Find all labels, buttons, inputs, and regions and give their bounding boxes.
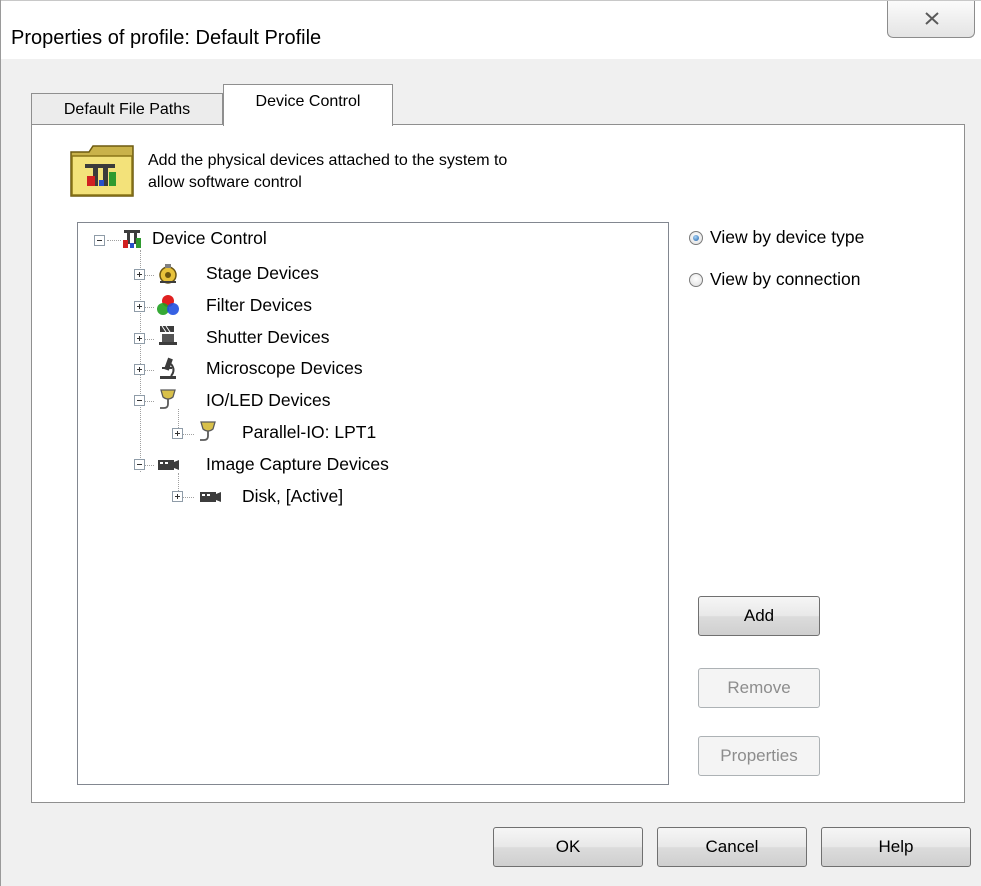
window-title: Properties of profile: Default Profile: [11, 27, 322, 49]
camera-icon: [158, 460, 179, 470]
properties-dialog: Properties of profile: Default Profile D…: [0, 0, 981, 886]
close-icon: [925, 12, 939, 25]
header-text-line1: Add the physical devices attached to the…: [148, 152, 508, 169]
tree-item-image-capture-devices[interactable]: Image Capture Devices: [206, 454, 389, 475]
io-led-icon: [200, 421, 216, 441]
expander-expand[interactable]: [172, 491, 183, 502]
device-tree[interactable]: Device Control Stage Devices Filter Devi…: [77, 222, 669, 785]
tab-device-control[interactable]: Device Control: [223, 84, 393, 126]
help-button[interactable]: Help: [821, 827, 971, 867]
tree-connector: [107, 240, 121, 241]
expander-expand[interactable]: [134, 333, 145, 344]
io-led-icon: [160, 389, 176, 409]
tree-item-device-control[interactable]: Device Control: [152, 228, 267, 249]
expander-collapse[interactable]: [94, 235, 105, 246]
tree-item-parallel-io[interactable]: Parallel-IO: LPT1: [242, 422, 376, 443]
ok-button[interactable]: OK: [493, 827, 643, 867]
shutter-icon: [159, 325, 177, 345]
tree-item-stage-devices[interactable]: Stage Devices: [206, 263, 319, 284]
expander-expand[interactable]: [134, 301, 145, 312]
radio-label: View by connection: [710, 269, 861, 289]
properties-button[interactable]: Properties: [698, 736, 820, 776]
close-button[interactable]: [887, 1, 975, 38]
tree-connector: [140, 250, 141, 472]
expander-expand[interactable]: [172, 428, 183, 439]
header-text-line2: allow software control: [148, 174, 302, 191]
device-control-icon: [123, 230, 141, 248]
filter-icon: [157, 295, 179, 315]
cancel-button[interactable]: Cancel: [657, 827, 807, 867]
title-bar: Properties of profile: Default Profile: [1, 0, 981, 59]
expander-expand[interactable]: [134, 364, 145, 375]
stage-icon: [159, 264, 177, 284]
tree-item-disk-active[interactable]: Disk, [Active]: [242, 486, 343, 507]
microscope-icon: [160, 357, 176, 379]
radio-button-selected[interactable]: [689, 231, 703, 245]
tree-item-shutter-devices[interactable]: Shutter Devices: [206, 327, 330, 348]
header-description: Add the physical devices attached to the…: [148, 150, 668, 194]
remove-button[interactable]: Remove: [698, 668, 820, 708]
expander-expand[interactable]: [134, 269, 145, 280]
expander-collapse[interactable]: [134, 395, 145, 406]
tree-item-filter-devices[interactable]: Filter Devices: [206, 295, 312, 316]
add-button[interactable]: Add: [698, 596, 820, 636]
tree-item-io-led-devices[interactable]: IO/LED Devices: [206, 390, 330, 411]
radio-label: View by device type: [710, 227, 865, 247]
camera-icon: [200, 492, 221, 502]
radio-button[interactable]: [689, 273, 703, 287]
expander-collapse[interactable]: [134, 459, 145, 470]
tree-item-microscope-devices[interactable]: Microscope Devices: [206, 358, 363, 379]
tab-default-file-paths[interactable]: Default File Paths: [31, 93, 223, 125]
device-control-folder-icon: [70, 145, 134, 197]
